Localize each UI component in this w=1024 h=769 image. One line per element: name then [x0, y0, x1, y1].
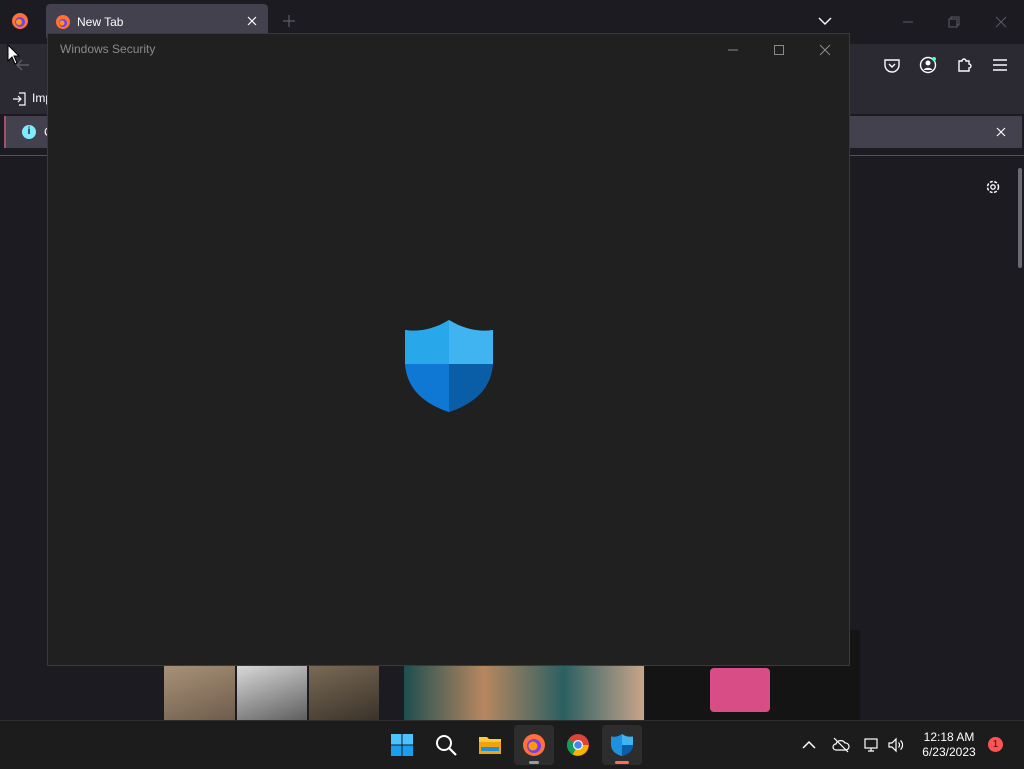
close-icon[interactable] [817, 42, 833, 58]
clock-time: 12:18 AM [923, 730, 975, 744]
window-title: Windows Security [60, 42, 156, 56]
volume-icon[interactable] [887, 736, 905, 754]
file-explorer-button[interactable] [470, 725, 510, 765]
firefox-icon [523, 734, 545, 756]
tab-list-chevron-icon[interactable] [817, 13, 833, 29]
chevron-up-icon[interactable] [800, 736, 818, 754]
network-icon[interactable] [863, 736, 881, 754]
mouse-cursor-icon [7, 44, 21, 65]
browser-restore-icon[interactable] [946, 14, 962, 30]
start-icon [391, 734, 413, 756]
clock-date: 6/23/2023 [922, 745, 976, 759]
wallpaper-photo [309, 666, 379, 720]
tab-title: New Tab [77, 15, 124, 29]
info-icon: i [22, 125, 36, 139]
windows-security-taskbar-button[interactable] [602, 725, 642, 765]
maximize-icon[interactable] [771, 42, 787, 58]
notification-badge[interactable]: 1 [988, 737, 1003, 752]
pocket-icon[interactable] [883, 56, 901, 74]
active-indicator [615, 761, 629, 764]
system-clock[interactable]: 12:18 AM 6/23/2023 [915, 730, 983, 760]
account-icon[interactable] [919, 56, 937, 74]
wallpaper-photo [164, 666, 235, 720]
onedrive-cloud-offline-icon[interactable] [832, 736, 850, 754]
start-button[interactable] [382, 725, 422, 765]
browser-minimize-icon[interactable] [900, 14, 916, 30]
windows-security-window: Windows Security [47, 33, 850, 666]
firefox-favicon-icon [56, 15, 70, 29]
windows-security-icon [611, 734, 633, 756]
wallpaper-photo [404, 666, 644, 720]
hamburger-menu-icon[interactable] [991, 56, 1009, 74]
firefox-menu-icon[interactable] [11, 12, 29, 30]
extensions-puzzle-icon[interactable] [955, 56, 973, 74]
browser-close-icon[interactable] [993, 14, 1009, 30]
wallpaper-photo [237, 666, 307, 720]
file-explorer-icon [479, 737, 501, 754]
page-scrollbar[interactable] [1018, 168, 1022, 268]
import-icon [13, 92, 26, 106]
chrome-taskbar-button[interactable] [558, 725, 598, 765]
tab-close-icon[interactable] [244, 13, 260, 29]
chrome-icon [567, 734, 589, 756]
running-indicator [529, 761, 539, 764]
search-button[interactable] [426, 725, 466, 765]
mug-shape [710, 668, 770, 712]
taskbar: 12:18 AM 6/23/2023 1 [0, 720, 1024, 769]
infobar-close-icon[interactable] [994, 125, 1008, 139]
firefox-taskbar-button[interactable] [514, 725, 554, 765]
new-tab-plus-icon[interactable] [281, 13, 297, 29]
minimize-icon[interactable] [725, 42, 741, 58]
windows-security-shield-icon [405, 320, 493, 412]
search-icon [436, 735, 457, 756]
gear-icon[interactable] [984, 178, 1002, 196]
